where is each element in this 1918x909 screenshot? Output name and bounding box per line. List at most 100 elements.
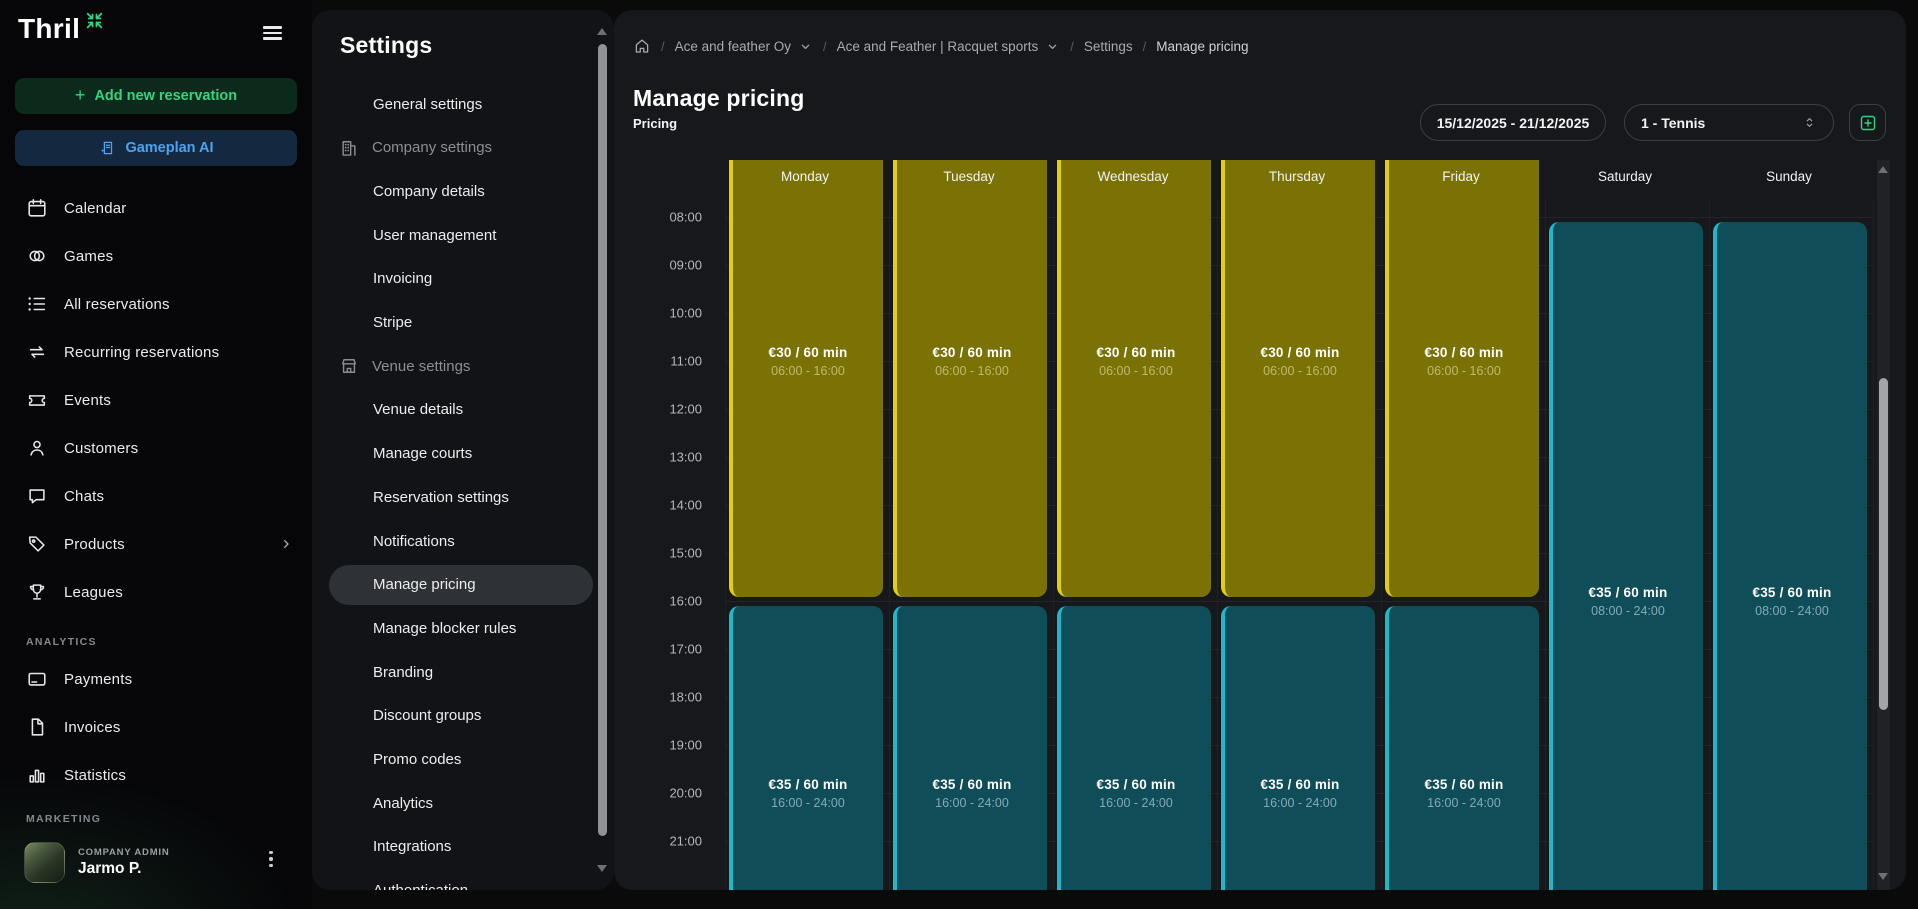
- settings-item-manage-blocker-rules[interactable]: Manage blocker rules: [373, 617, 516, 639]
- hour-label: 20:00: [632, 786, 702, 801]
- day-header-monday: Monday: [781, 169, 829, 184]
- price-block-monday-16[interactable]: €35 / 60 min 16:00 - 24:00: [729, 606, 883, 890]
- price-block-monday-6[interactable]: €30 / 60 min 06:00 - 16:00: [729, 160, 883, 597]
- sidebar-item-recurring-reservations[interactable]: Recurring reservations: [0, 328, 312, 376]
- settings-item-manage-courts[interactable]: Manage courts: [373, 443, 472, 465]
- sidebar-item-chats[interactable]: Chats: [0, 472, 312, 520]
- settings-section-company-settings: Company settings: [339, 137, 492, 159]
- price-block-tuesday-6[interactable]: €30 / 60 min 06:00 - 16:00: [893, 160, 1047, 597]
- add-new-reservation-button[interactable]: + Add new reservation: [15, 78, 297, 114]
- sidebar-item-leagues[interactable]: Leagues: [0, 568, 312, 616]
- price-block-wednesday-6[interactable]: €30 / 60 min 06:00 - 16:00: [1057, 160, 1211, 597]
- user-role: COMPANY ADMIN: [78, 847, 170, 858]
- settings-item-manage-pricing[interactable]: Manage pricing: [373, 574, 476, 596]
- settings-item-company-details[interactable]: Company details: [373, 180, 485, 202]
- calendar-icon: [26, 197, 48, 219]
- sidebar-item-calendar[interactable]: Calendar: [0, 184, 312, 232]
- sidebar-item-statistics[interactable]: Statistics: [0, 751, 312, 799]
- hour-label: 18:00: [632, 690, 702, 705]
- settings-section-venue-settings: Venue settings: [339, 355, 470, 377]
- sidebar-item-invoices[interactable]: Invoices: [0, 703, 312, 751]
- brand-logo: Thril: [18, 12, 105, 46]
- hour-label: 10:00: [632, 306, 702, 321]
- settings-section-label: Venue settings: [372, 358, 470, 375]
- sidebar-item-customers[interactable]: Customers: [0, 424, 312, 472]
- person-icon: [26, 437, 48, 459]
- home-icon[interactable]: [633, 37, 651, 55]
- settings-item-branding[interactable]: Branding: [373, 661, 433, 683]
- price-block-thursday-6[interactable]: €30 / 60 min 06:00 - 16:00: [1221, 160, 1375, 597]
- settings-scrollbar[interactable]: [597, 28, 608, 872]
- settings-item-authentication[interactable]: Authentication: [373, 880, 468, 890]
- settings-item-general-settings[interactable]: General settings: [373, 93, 482, 115]
- settings-item-reservation-settings[interactable]: Reservation settings: [373, 486, 509, 508]
- gameplan-ai-label: Gameplan AI: [125, 140, 213, 156]
- settings-item-user-management[interactable]: User management: [373, 224, 496, 246]
- scroll-down-icon[interactable]: [597, 865, 607, 872]
- brand-name: Thril: [18, 12, 80, 46]
- menu-toggle-icon[interactable]: [263, 23, 287, 43]
- sidebar-item-label: Statistics: [64, 767, 126, 784]
- scroll-down-icon[interactable]: [1878, 873, 1888, 880]
- chevron-down-icon[interactable]: [1045, 39, 1060, 54]
- add-pricing-rule-button[interactable]: [1849, 104, 1886, 141]
- date-range-value: 15/12/2025 - 21/12/2025: [1437, 115, 1590, 131]
- column-gridline: [1545, 200, 1546, 890]
- price-block-hours: 08:00 - 24:00: [1591, 604, 1665, 618]
- settings-item-promo-codes[interactable]: Promo codes: [373, 749, 461, 771]
- breadcrumb-item-settings[interactable]: Settings: [1084, 39, 1133, 54]
- scroll-up-icon[interactable]: [597, 28, 607, 35]
- sidebar-item-label: Games: [64, 248, 113, 265]
- price-block-rate: €30 / 60 min: [1097, 345, 1176, 360]
- breadcrumb-item-ace-and-feather-oy[interactable]: Ace and feather Oy: [675, 39, 791, 54]
- sidebar-item-all-reservations[interactable]: All reservations: [0, 280, 312, 328]
- settings-item-stripe[interactable]: Stripe: [373, 312, 412, 334]
- price-block-hours: 16:00 - 24:00: [935, 796, 1009, 810]
- settings-item-notifications[interactable]: Notifications: [373, 530, 455, 552]
- price-block-saturday-8[interactable]: €35 / 60 min 08:00 - 24:00: [1549, 222, 1703, 890]
- scroll-up-icon[interactable]: [1878, 166, 1888, 173]
- settings-item-venue-details[interactable]: Venue details: [373, 399, 463, 421]
- settings-item-analytics[interactable]: Analytics: [373, 792, 433, 814]
- hour-label: 16:00: [632, 594, 702, 609]
- chat-icon: [26, 485, 48, 507]
- sidebar-item-label: Calendar: [64, 200, 126, 217]
- price-block-thursday-16[interactable]: €35 / 60 min 16:00 - 24:00: [1221, 606, 1375, 890]
- sport-select[interactable]: 1 - Tennis: [1624, 104, 1834, 141]
- hour-label: 12:00: [632, 402, 702, 417]
- pricing-calendar: 08:0009:0010:0011:0012:0013:0014:0015:00…: [614, 160, 1906, 890]
- sidebar-item-games[interactable]: Games: [0, 232, 312, 280]
- settings-section-label: Company settings: [372, 139, 492, 156]
- settings-item-integrations[interactable]: Integrations: [373, 836, 451, 858]
- column-gridline: [1053, 200, 1054, 890]
- price-block-rate: €30 / 60 min: [1425, 345, 1504, 360]
- calendar-scrollbar[interactable]: [1877, 160, 1890, 890]
- date-range-input[interactable]: 15/12/2025 - 21/12/2025: [1420, 104, 1606, 141]
- price-block-friday-16[interactable]: €35 / 60 min 16:00 - 24:00: [1385, 606, 1539, 890]
- breadcrumb-item-ace-and-feather-racquet-sports[interactable]: Ace and Feather | Racquet sports: [837, 39, 1039, 54]
- settings-scrollbar-thumb[interactable]: [598, 44, 607, 836]
- price-block-wednesday-16[interactable]: €35 / 60 min 16:00 - 24:00: [1057, 606, 1211, 890]
- chevron-down-icon[interactable]: [798, 39, 813, 54]
- price-block-sunday-8[interactable]: €35 / 60 min 08:00 - 24:00: [1713, 222, 1867, 890]
- sidebar-item-label: Payments: [64, 671, 132, 688]
- price-block-rate: €35 / 60 min: [1097, 777, 1176, 792]
- updown-chevrons-icon: [1802, 115, 1817, 130]
- sidebar-item-events[interactable]: Events: [0, 376, 312, 424]
- price-block-friday-6[interactable]: €30 / 60 min 06:00 - 16:00: [1385, 160, 1539, 597]
- breadcrumb-separator: /: [1070, 39, 1074, 54]
- settings-item-invoicing[interactable]: Invoicing: [373, 268, 432, 290]
- hour-label: 13:00: [632, 450, 702, 465]
- sidebar-item-payments[interactable]: Payments: [0, 655, 312, 703]
- gameplan-ai-button[interactable]: Gameplan AI: [15, 130, 297, 166]
- calendar-scrollbar-thumb[interactable]: [1879, 378, 1888, 710]
- analytics-section-label: ANALYTICS: [26, 636, 97, 648]
- sidebar-item-label: Events: [64, 392, 111, 409]
- card-icon: [26, 668, 48, 690]
- price-block-tuesday-16[interactable]: €35 / 60 min 16:00 - 24:00: [893, 606, 1047, 890]
- settings-item-discount-groups[interactable]: Discount groups: [373, 705, 481, 727]
- sidebar-item-products[interactable]: Products: [0, 520, 312, 568]
- price-block-hours: 16:00 - 24:00: [1427, 796, 1501, 810]
- user-profile[interactable]: COMPANY ADMIN Jarmo P.: [0, 836, 312, 888]
- kebab-menu-icon[interactable]: [262, 846, 280, 872]
